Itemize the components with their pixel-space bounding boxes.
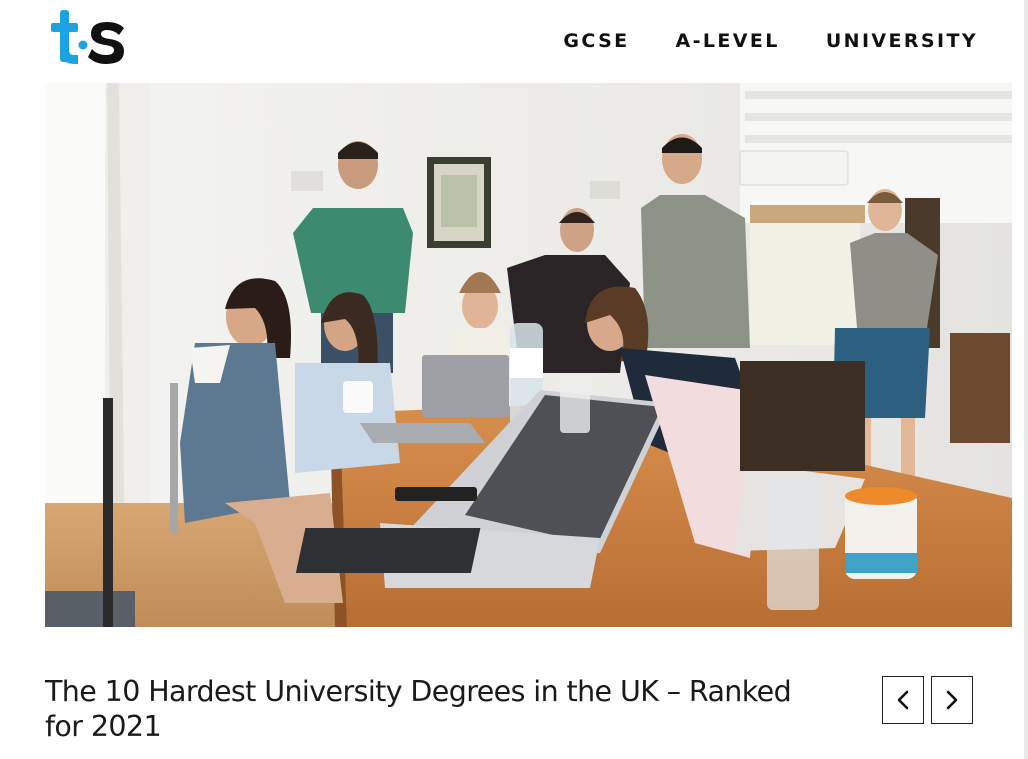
chevron-left-icon [897,690,909,710]
chevron-right-icon [946,690,958,710]
hero-photo-illustration [45,83,1012,627]
site-header: GCSE A-LEVEL UNIVERSITY [0,0,1024,83]
hero-image[interactable] [45,83,1012,627]
slider-prev-button[interactable] [882,676,924,724]
nav-item-university[interactable]: UNIVERSITY [826,29,978,53]
nav-item-gcse[interactable]: GCSE [563,29,629,53]
site-logo[interactable] [48,6,130,70]
main-nav: GCSE A-LEVEL UNIVERSITY [563,29,978,53]
page-scrollbar[interactable] [1024,0,1028,759]
ts-logo-icon [51,10,124,64]
slider-next-button[interactable] [931,676,973,724]
nav-item-a-level[interactable]: A-LEVEL [676,29,780,53]
article-title[interactable]: The 10 Hardest University Degrees in the… [45,674,825,744]
slider-controls [882,676,973,724]
